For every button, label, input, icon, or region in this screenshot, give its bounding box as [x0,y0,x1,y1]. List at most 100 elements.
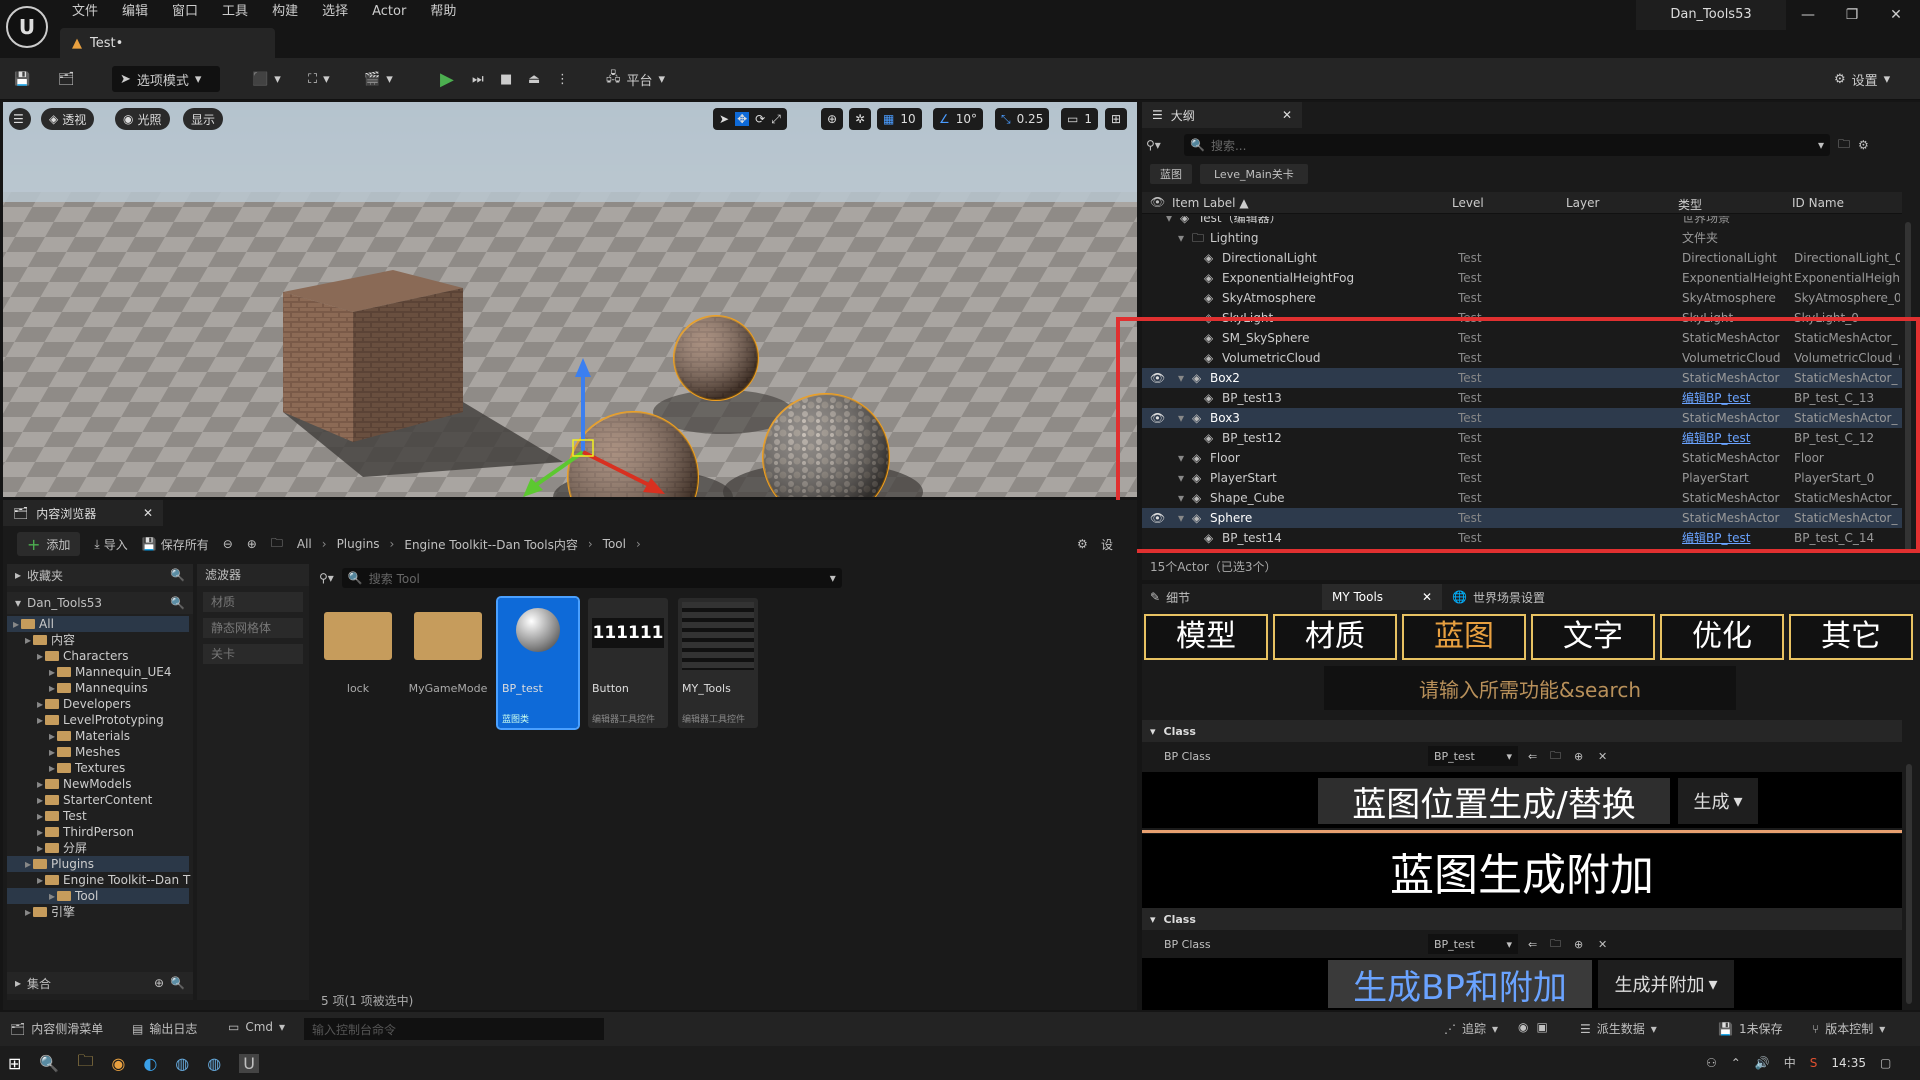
menu-item[interactable]: 选择 [310,0,360,24]
category-button[interactable]: 蓝图 [1402,614,1526,660]
breadcrumb-item[interactable]: Plugins [337,537,380,551]
folder-tree-item[interactable]: ▸ Textures [7,760,189,776]
folder-tree-item[interactable]: ▸ LevelPrototyping [7,712,189,728]
bp-attach-button[interactable]: 生成BP和附加 [1328,960,1592,1008]
folder-tree-item[interactable]: ▸ Developers [7,696,189,712]
browse-icon[interactable]: 🗀 [1550,935,1561,954]
gear-icon[interactable]: ⚙ [1077,537,1088,551]
asset-search-input[interactable]: 🔍 搜索 Tool ▾ [341,568,842,588]
category-button[interactable]: 模型 [1144,614,1268,660]
add-circle-icon[interactable]: ⊕ [1574,750,1583,763]
cinematics-button[interactable]: 🎬 ▾ [364,66,393,92]
edge-icon[interactable]: ◐ [143,1054,157,1073]
settings-label[interactable]: 设 [1101,536,1113,553]
add-circle-icon[interactable]: ⊕ [154,976,164,990]
expand-icon[interactable]: ▾ [1166,216,1172,228]
tab-details[interactable]: ✎ 细节 [1142,584,1322,610]
breadcrumb-item[interactable]: Tool [603,537,626,551]
menu-item[interactable]: 编辑 [110,0,160,24]
chevron-up-icon[interactable]: ⌃ [1731,1056,1741,1070]
filter-icon[interactable]: ⚲▾ [1146,138,1176,152]
search-icon[interactable]: 🔍 [39,1054,59,1073]
blueprint-button[interactable]: ⛶ ▾ [308,66,330,92]
derived-data-button[interactable]: ☰ 派生数据 ▾ [1580,1020,1657,1037]
spawn-attach-button[interactable]: 蓝图生成附加 [1142,834,1902,908]
bp-class-dropdown-2[interactable]: BP_test ▾ [1428,934,1518,954]
asset-tile[interactable]: MY_Tools 编辑器工具控件 [678,598,758,728]
folder-tree-item[interactable]: ▸ Mannequin_UE4 [7,664,189,680]
move-icon[interactable]: ✥ [735,112,750,126]
search-icon[interactable]: 🔍 [170,976,185,990]
gear-icon[interactable]: ⚙ [1858,138,1869,152]
browse-icon[interactable]: 🗂 [58,66,75,92]
unreal-logo-icon[interactable]: U [6,6,48,48]
filter-item[interactable]: 关卡 [203,644,303,664]
unsaved-button[interactable]: 💾 1未保存 [1718,1020,1783,1037]
tab-world-settings[interactable]: 🌐 世界场景设置 [1442,584,1555,610]
outliner-search-input[interactable]: 🔍 搜索... ▾ [1184,134,1830,156]
select-icon[interactable]: ➤ [719,112,729,126]
filter-icon[interactable]: ⚲▾ [319,571,334,585]
menu-item[interactable]: 窗口 [160,0,210,24]
filter-chip-level[interactable]: Leve_Main关卡 [1200,164,1308,184]
tool-search-input[interactable]: 请输入所需功能&search [1324,666,1736,710]
settings-button[interactable]: ⚙ 设置 ▾ [1834,66,1890,92]
details-scrollbar[interactable] [1906,764,1912,1004]
viewport-menu-icon[interactable]: ☰ [9,108,31,130]
folder-tree-item[interactable]: ▸ 分屏 [7,840,189,856]
show-button[interactable]: 显示 [183,108,224,130]
spawn-replace-button[interactable]: 蓝图位置生成/替换 [1318,778,1670,825]
stop-icon[interactable]: ■ [500,66,512,92]
play-button[interactable]: ▶ [440,66,454,92]
surface-snap-icon[interactable]: ✲ [849,108,872,130]
search-icon[interactable]: 🔍 [170,596,185,610]
folder-tree-item[interactable]: ▸ Meshes [7,744,189,760]
notification-icon[interactable]: ▢ [1880,1056,1891,1070]
scale-icon[interactable]: ⤢ [771,112,781,127]
content-browser-tab[interactable]: 🗂 内容浏览器 ✕ [3,500,163,526]
folder-tree-item[interactable]: ▸ StarterContent [7,792,189,808]
maximize-button[interactable]: ❐ [1830,0,1874,30]
filter-item[interactable]: 静态网格体 [203,618,303,638]
column-id-name[interactable]: ID Name [1792,196,1844,210]
search-icon[interactable]: 🔍 [170,568,185,582]
camera-speed[interactable]: ▭ 1 [1061,108,1098,130]
collections-header[interactable]: ▸ 集合 ⊕ 🔍 [7,972,193,994]
scale-snap[interactable]: ⤡ 0.25 [995,108,1050,130]
menu-item[interactable]: 帮助 [418,0,468,24]
source-control-button[interactable]: ⑂ 版本控制 ▾ [1812,1020,1885,1037]
column-level[interactable]: Level [1452,196,1484,210]
close-icon[interactable]: ✕ [143,506,153,520]
ime-icon[interactable]: 中 [1784,1054,1796,1071]
outliner-row[interactable]: ◈ SkyAtmosphere Test SkyAtmosphere SkyAtmosp… [1142,288,1902,308]
outliner-row[interactable]: ▾ 🗀 Lighting 文件夹 [1142,228,1902,248]
windows-start-icon[interactable]: ⊞ [8,1054,21,1073]
column-type[interactable]: 类型 [1678,196,1702,213]
more-options-icon[interactable]: ⋮ [556,66,569,92]
perspective-button[interactable]: ◈ 透视 [41,108,95,130]
step-icon[interactable]: ⏭ [472,66,484,92]
spawn-mode-dropdown[interactable]: 生成 ▾ [1678,778,1758,824]
chrome-icon[interactable]: ◉ [111,1054,125,1073]
class-section-header-2[interactable]: ▾ Class [1142,908,1902,930]
world-local-icon[interactable]: ⊕ [821,108,844,130]
import-button[interactable]: ⤓ 导入 [94,536,127,553]
breadcrumb-item[interactable]: Engine Toolkit--Dan Tools内容 [404,536,577,553]
console-input[interactable]: 输入控制台命令 [304,1018,604,1040]
close-button[interactable]: ✕ [1874,0,1918,30]
outliner-row[interactable]: ◈ ExponentialHeightFog Test ExponentialHeig… [1142,268,1902,288]
angle-snap[interactable]: ∠ 10° [933,108,984,130]
filter-item[interactable]: 材质 [203,592,303,612]
asset-tile[interactable]: BP_test 蓝图类 [496,596,580,730]
bp-class-dropdown-1[interactable]: BP_test ▾ [1428,746,1518,766]
add-circle-icon[interactable]: ⊕ [1574,938,1583,951]
lighting-button[interactable]: ◉ 光照 [115,108,170,130]
menu-item[interactable]: Actor [360,0,418,24]
column-layer[interactable]: Layer [1566,196,1599,210]
asset-tile[interactable]: lock [318,598,398,728]
category-button[interactable]: 文字 [1531,614,1655,660]
cmd-button[interactable]: ▭ Cmd ▾ [228,1020,285,1034]
category-button[interactable]: 优化 [1660,614,1784,660]
use-selected-icon[interactable]: ⇐ [1528,750,1537,763]
back-icon[interactable]: ⊖ [223,537,233,551]
